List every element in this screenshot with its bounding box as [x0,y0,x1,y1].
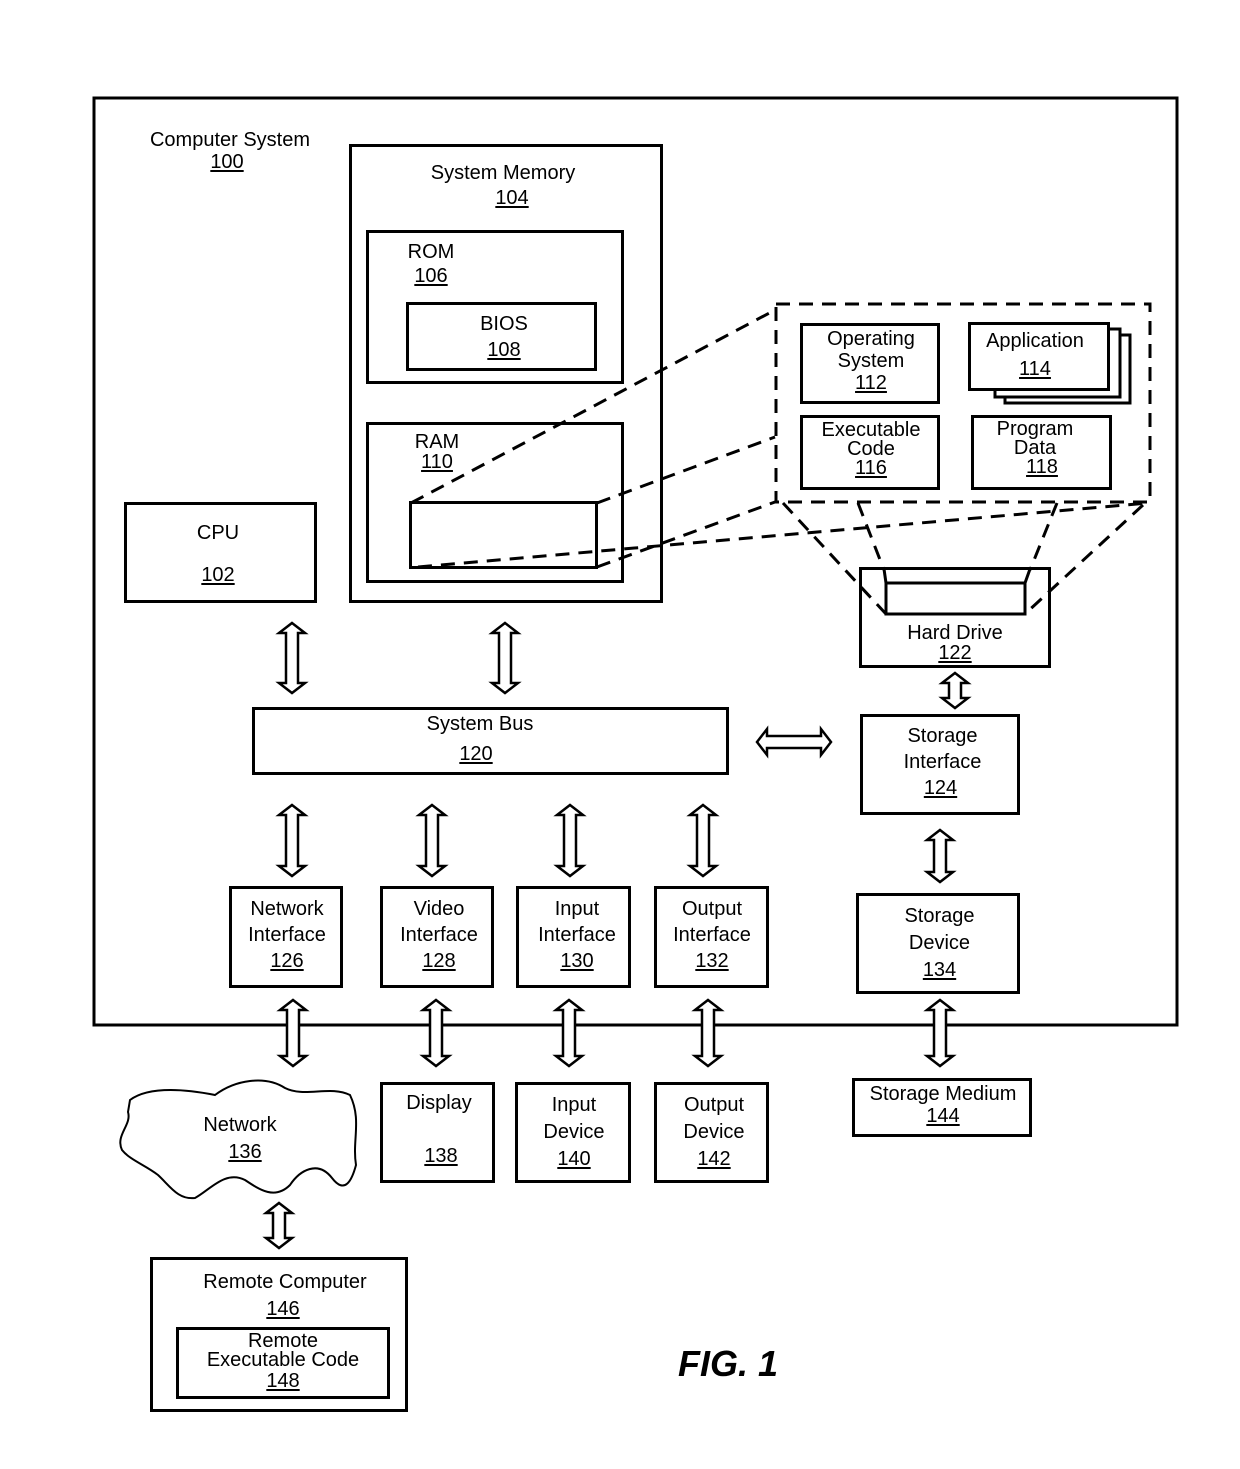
storage-device-line2: Device [908,932,971,954]
cpu-name: CPU [196,522,240,544]
bus-storageinterface-arrow [755,725,833,759]
input-device-line1: Input [551,1094,597,1116]
remote-computer-name: Remote Computer [203,1271,367,1293]
computer-system-ref: 100 [210,151,244,173]
hard-drive-name: Hard Drive [907,622,1003,644]
hard-drive-ref: 122 [938,642,972,664]
operating-system-label: Operating System 112 [806,328,936,394]
program-data-ref: 118 [1026,456,1058,478]
operating-system-line1: Operating [827,328,915,350]
remote-executable-code-line2: Executable Code [206,1349,360,1371]
bios-ref: 108 [487,339,521,361]
bus-input-interface-arrow [553,803,587,878]
harddrive-storageinterface-arrow [938,671,972,710]
input-interface-device-arrow [552,998,586,1068]
output-interface-device-arrow [691,998,725,1068]
network-remote-arrow [262,1201,296,1250]
remote-computer-label: Remote Computer 146 [185,1269,385,1323]
storage-interface-label: Storage Interface 124 [875,723,1010,801]
network-interface-network-arrow [276,998,310,1068]
remote-executable-code-ref: 148 [266,1370,300,1392]
remote-computer-ref: 146 [266,1298,300,1320]
ram-name: RAM [414,431,460,453]
system-bus-name: System Bus [426,713,534,735]
system-memory-ref: 104 [495,187,529,209]
network-interface-label: Network Interface 126 [232,896,342,974]
storage-interface-line2: Interface [903,751,982,773]
system-bus-ref: 120 [459,743,493,765]
rom-name: ROM [407,241,455,263]
storageinterface-storagedevice-arrow [923,828,957,884]
display-name: Display [406,1092,472,1114]
input-device-line2: Device [543,1121,605,1143]
rom-label: ROM 106 [396,241,466,287]
network-label: Network 136 [180,1112,300,1166]
application-label: Application 114 [970,330,1100,380]
output-interface-ref: 132 [695,950,729,972]
ram-contents-box[interactable] [409,501,598,569]
storage-device-line1: Storage [904,905,975,927]
input-device-label: Input Device 140 [518,1092,630,1173]
video-interface-ref: 128 [422,950,456,972]
cpu-ref: 102 [201,564,235,586]
storage-interface-line1: Storage [907,725,978,747]
output-interface-line2: Interface [673,924,751,946]
remote-executable-code-label: Remote Executable Code 148 [180,1331,386,1392]
output-interface-label: Output Interface 132 [656,896,768,974]
storage-medium-name: Storage Medium [869,1083,1017,1105]
bus-output-interface-arrow [686,803,720,878]
output-interface-line1: Output [681,898,743,920]
network-ref: 136 [228,1141,262,1163]
video-interface-line2: Interface [400,924,478,946]
application-ref: 114 [1019,358,1051,380]
storage-interface-ref: 124 [923,777,958,799]
operating-system-ref: 112 [855,372,887,394]
bus-network-interface-arrow [275,803,309,878]
rom-ref: 106 [414,265,448,287]
executable-code-ref: 116 [855,457,887,479]
input-interface-ref: 130 [560,950,594,972]
output-device-line1: Output [683,1094,745,1116]
storage-device-label: Storage Device 134 [872,903,1007,984]
network-name: Network [203,1114,277,1136]
video-interface-line1: Video [413,898,465,920]
display-label: Display 138 [383,1092,495,1167]
program-data-label: Program Data 118 [970,419,1100,478]
executable-code-label: Executable Code 116 [806,420,936,479]
input-interface-label: Input Interface 130 [521,896,633,974]
ram-label: RAM 110 [402,431,472,473]
system-memory-name: System Memory [430,162,576,184]
figure-label: FIG. 1 [678,1343,779,1384]
bus-video-interface-arrow [415,803,449,878]
system-bus-label: System Bus 120 [400,713,560,765]
operating-system-line2: System [837,350,905,372]
input-interface-line2: Interface [538,924,616,946]
video-interface-label: Video Interface 128 [384,896,494,974]
cpu-bus-arrow [275,621,309,695]
system-memory-label: System Memory 104 [413,162,593,209]
network-interface-line2: Interface [248,924,326,946]
storage-medium-ref: 144 [926,1105,960,1127]
network-interface-line1: Network [250,898,324,920]
memory-bus-arrow [488,621,522,695]
application-name: Application [986,330,1084,352]
storage-device-ref: 134 [922,959,957,981]
ram-ref: 110 [421,451,453,473]
bios-label: BIOS 108 [454,313,554,361]
network-interface-ref: 126 [270,950,304,972]
output-device-line2: Device [683,1121,745,1143]
video-interface-display-arrow [419,998,453,1068]
display-ref: 138 [424,1145,458,1167]
storagedevice-medium-arrow [923,998,957,1068]
input-interface-line1: Input [554,898,600,920]
computer-system-label: Computer System 100 [140,129,320,173]
input-device-ref: 140 [557,1148,591,1170]
output-device-label: Output Device 142 [658,1092,770,1173]
cpu-label: CPU 102 [168,522,268,586]
computer-system-name: Computer System [149,129,311,151]
bios-name: BIOS [480,313,528,335]
hard-drive-label: Hard Drive 122 [890,623,1020,663]
storage-medium-label: Storage Medium 144 [855,1083,1031,1127]
output-device-ref: 142 [697,1148,731,1170]
